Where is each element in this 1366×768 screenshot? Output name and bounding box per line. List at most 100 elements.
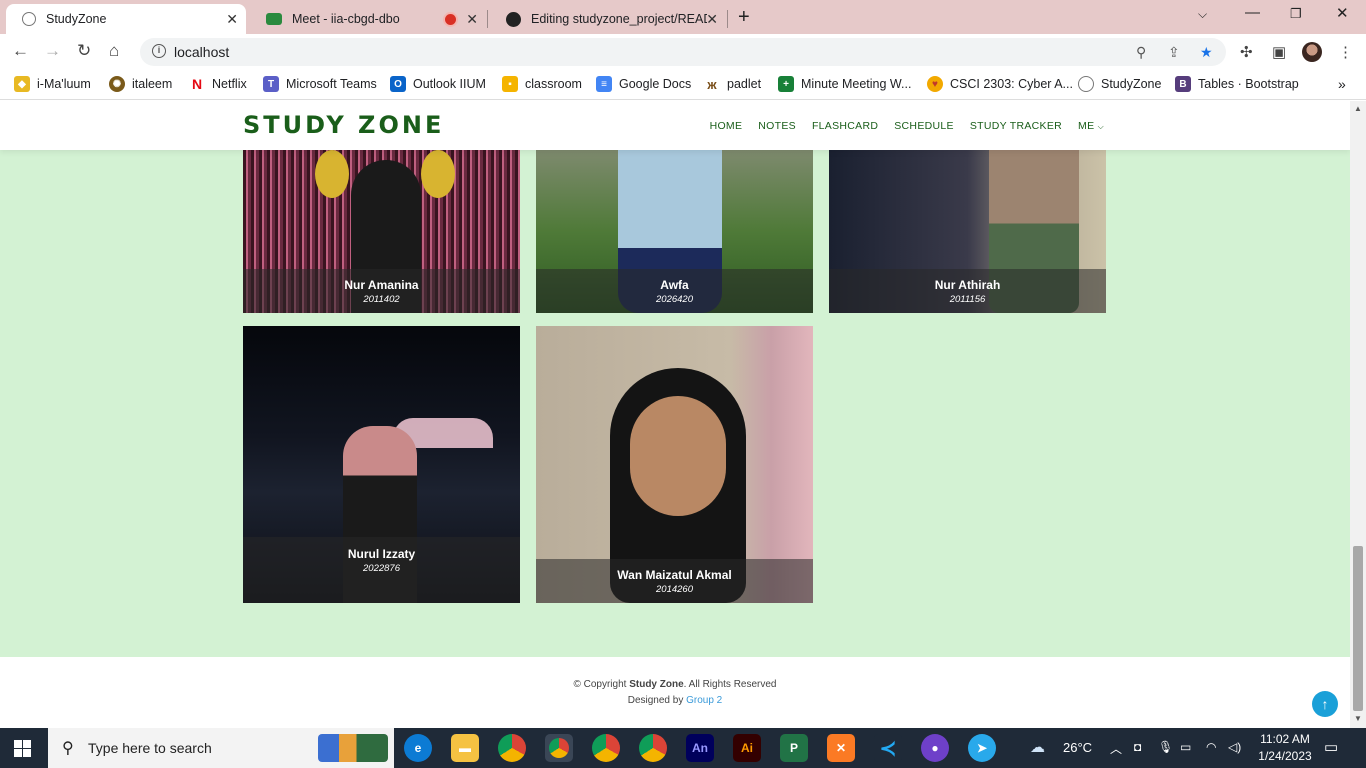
- back-to-top-button[interactable]: ↑: [1312, 691, 1338, 717]
- weather-temperature[interactable]: 26°C: [1063, 740, 1092, 755]
- taskbar-search-box[interactable]: ⚲ Type here to search: [48, 728, 394, 768]
- bookmark-outlook[interactable]: O Outlook IIUM: [390, 76, 486, 92]
- studyzone-favicon-icon: [22, 12, 36, 26]
- nav-notes[interactable]: NOTES: [758, 120, 796, 132]
- member-caption: Wan Maizatul Akmal 2014260: [536, 559, 813, 603]
- nav-study-tracker[interactable]: STUDY TRACKER: [970, 120, 1062, 132]
- member-caption: Nurul Izzaty 2022876: [243, 537, 520, 603]
- bookmark-padlet[interactable]: ж padlet: [704, 76, 761, 92]
- page-scrollbar[interactable]: ▲ ▼: [1350, 101, 1366, 728]
- wifi-icon[interactable]: ◠: [1206, 740, 1216, 754]
- battery-icon[interactable]: ▭: [1180, 740, 1191, 754]
- member-card[interactable]: Nur Amanina 2011402: [243, 150, 520, 313]
- close-tab-icon[interactable]: ✕: [226, 11, 238, 28]
- edge-icon[interactable]: e: [404, 734, 432, 762]
- tray-chevron-up-icon[interactable]: ︿: [1110, 740, 1122, 757]
- zoom-icon[interactable]: ⚲: [1136, 44, 1146, 61]
- bookmark-italeem[interactable]: ✺ italeem: [109, 76, 172, 92]
- github-desktop-icon[interactable]: ●: [921, 734, 949, 762]
- close-window-icon[interactable]: ✕: [1336, 4, 1349, 22]
- adobe-animate-icon[interactable]: An: [686, 734, 714, 762]
- chrome-profile-icon[interactable]: [639, 734, 667, 762]
- xampp-icon[interactable]: ✕: [827, 734, 855, 762]
- site-info-icon[interactable]: i: [152, 44, 166, 58]
- balloon-decoration: [315, 150, 349, 198]
- windows-start-icon[interactable]: [14, 740, 31, 757]
- scrollbar-thumb[interactable]: [1353, 546, 1363, 711]
- bootstrap-icon: B: [1175, 76, 1191, 92]
- reload-icon[interactable]: ↻: [77, 41, 91, 61]
- group-link[interactable]: Group 2: [686, 695, 722, 706]
- close-tab-icon[interactable]: ✕: [466, 11, 478, 28]
- chrome-icon[interactable]: [498, 734, 526, 762]
- telegram-icon[interactable]: ➤: [968, 734, 996, 762]
- member-card[interactable]: Awfa 2026420: [536, 150, 813, 313]
- tab-meet[interactable]: Meet - iia-cbgd-dbo ✕: [250, 4, 486, 34]
- padlet-butterfly-icon: ж: [704, 76, 720, 92]
- back-icon[interactable]: ←: [12, 41, 29, 61]
- address-bar[interactable]: i localhost ⚲ ⇪ ★: [140, 38, 1226, 66]
- chrome-active-profile-icon[interactable]: [545, 734, 573, 762]
- bookmark-imaluum[interactable]: ◆ i-Ma'luum: [14, 76, 91, 92]
- meet-now-icon[interactable]: ◘: [1134, 740, 1141, 754]
- notification-icon[interactable]: ▭: [1324, 738, 1338, 756]
- bookmark-netflix[interactable]: N Netflix: [189, 76, 247, 92]
- chrome-profile-icon[interactable]: [592, 734, 620, 762]
- classroom-icon: ▪: [502, 76, 518, 92]
- bookmark-google-docs[interactable]: ≡ Google Docs: [596, 76, 691, 92]
- microphone-icon[interactable]: 🎙: [1158, 740, 1173, 754]
- nav-me[interactable]: ME ⌵: [1078, 120, 1104, 132]
- file-explorer-icon[interactable]: ▬: [451, 734, 479, 762]
- home-icon[interactable]: ⌂: [109, 41, 119, 61]
- share-icon[interactable]: ⇪: [1168, 44, 1180, 61]
- url-text[interactable]: localhost: [174, 44, 229, 60]
- profile-avatar[interactable]: [1302, 42, 1322, 62]
- adobe-illustrator-icon[interactable]: Ai: [733, 734, 761, 762]
- bookmark-tables-bootstrap[interactable]: B Tables · Bootstrap: [1175, 76, 1299, 92]
- system-clock[interactable]: 11:02 AM 1/24/2023: [1250, 731, 1320, 765]
- volume-icon[interactable]: ◁): [1228, 740, 1241, 754]
- emoji-heart-eyes-icon: ♥: [927, 76, 943, 92]
- scroll-up-icon[interactable]: ▲: [1354, 104, 1362, 113]
- side-panel-icon[interactable]: ▣: [1272, 43, 1286, 61]
- recording-icon: [445, 13, 456, 25]
- scroll-down-icon[interactable]: ▼: [1354, 714, 1362, 723]
- google-meet-icon: [266, 13, 282, 25]
- menu-kebab-icon[interactable]: ⋮: [1338, 43, 1353, 61]
- member-card[interactable]: Wan Maizatul Akmal 2014260: [536, 326, 813, 603]
- nav-home[interactable]: HOME: [710, 120, 743, 132]
- vscode-icon[interactable]: ≺: [874, 734, 902, 762]
- member-card[interactable]: Nurul Izzaty 2022876: [243, 326, 520, 603]
- browser-toolbar: ← → ↻ ⌂ i localhost ⚲ ⇪ ★ ✣ ▣ ⋮: [0, 34, 1366, 70]
- extensions-icon[interactable]: ✣: [1240, 43, 1253, 61]
- tab-studyzone[interactable]: StudyZone ✕: [6, 4, 246, 34]
- tab-github-editing[interactable]: Editing studyzone_project/READI ✕: [490, 4, 726, 34]
- nav-flashcard[interactable]: FLASHCARD: [812, 120, 878, 132]
- italeem-icon: ✺: [109, 76, 125, 92]
- main-nav: HOME NOTES FLASHCARD SCHEDULE STUDY TRAC…: [710, 120, 1104, 132]
- nav-schedule[interactable]: SCHEDULE: [894, 120, 954, 132]
- bookmark-teams[interactable]: T Microsoft Teams: [263, 76, 377, 92]
- more-bookmarks-icon[interactable]: »: [1338, 76, 1346, 92]
- bookmark-studyzone[interactable]: StudyZone: [1078, 76, 1161, 92]
- bookmark-star-icon[interactable]: ★: [1200, 44, 1213, 61]
- tab-search-chevron-icon[interactable]: ⌵: [1198, 7, 1207, 22]
- minimize-icon[interactable]: —: [1245, 4, 1260, 21]
- close-tab-icon[interactable]: ✕: [706, 11, 718, 28]
- restore-icon[interactable]: ❐: [1290, 6, 1302, 22]
- member-card[interactable]: Nur Athirah 2011156: [829, 150, 1106, 313]
- bookmark-minute-meeting[interactable]: + Minute Meeting W...: [778, 76, 911, 92]
- weather-cloud-icon[interactable]: ☁: [1030, 738, 1045, 756]
- new-tab-icon[interactable]: +: [738, 6, 750, 29]
- balloon-decoration: [421, 150, 455, 198]
- project-icon[interactable]: P: [780, 734, 808, 762]
- bookmark-classroom[interactable]: ▪ classroom: [502, 76, 582, 92]
- forward-icon[interactable]: →: [44, 41, 61, 61]
- page-viewport: STUDY ZONE HOME NOTES FLASHCARD SCHEDULE…: [0, 101, 1350, 728]
- bookmark-csci-2303[interactable]: ♥ CSCI 2303: Cyber A...: [927, 76, 1073, 92]
- member-name: Nur Amanina: [344, 278, 419, 292]
- member-face: [630, 396, 726, 516]
- site-logo[interactable]: STUDY ZONE: [243, 111, 444, 139]
- site-header: STUDY ZONE HOME NOTES FLASHCARD SCHEDULE…: [0, 101, 1350, 150]
- member-id: 2014260: [656, 584, 693, 595]
